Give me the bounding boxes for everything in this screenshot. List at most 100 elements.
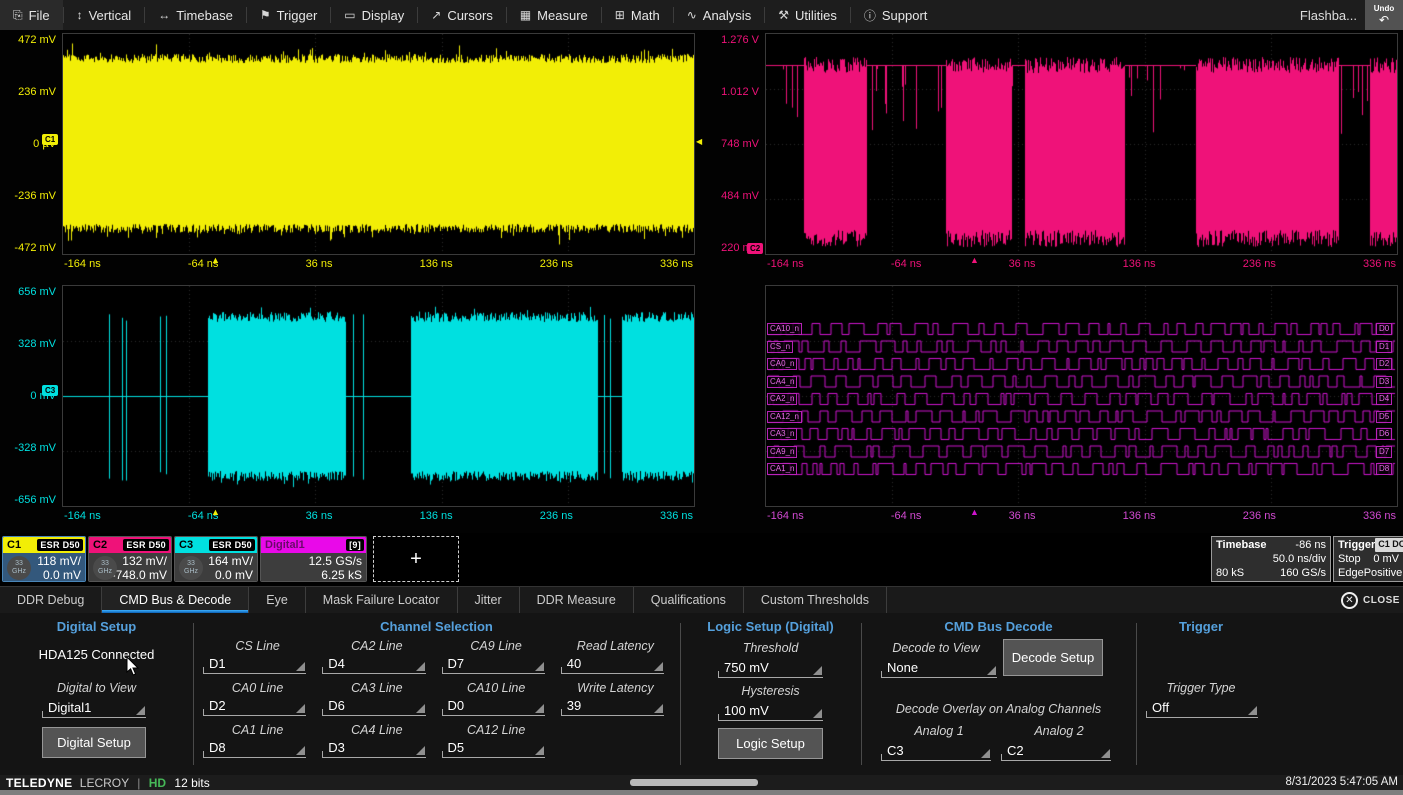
threshold-select[interactable]: 750 mV (718, 659, 823, 678)
logic-setup-button[interactable]: Logic Setup (718, 728, 823, 759)
field-ca4-line: CA4 LineD3 (322, 723, 431, 758)
select-write-latency[interactable]: 39 (561, 697, 664, 716)
channel-offset: 0.0 mV (37, 568, 81, 582)
c1-zero-marker[interactable]: C1 (42, 134, 58, 145)
dropdown-arrow-icon (813, 709, 822, 718)
field-cs-line: CS LineD1 (203, 639, 312, 674)
bus-label-ca2-n: CA2_n (767, 393, 797, 405)
descriptor-c1[interactable]: C1ESR D5033GHz118 mV/0.0 mV (2, 536, 86, 582)
bottom-edge-strip (0, 790, 1403, 795)
status-scrollbar[interactable] (630, 779, 758, 786)
menu-item-utilities[interactable]: ⚒Utilities (765, 0, 850, 30)
plot-c1[interactable] (62, 33, 695, 255)
field-label: CA12 Line (442, 723, 551, 739)
tab-mask-failure-locator[interactable]: Mask Failure Locator (306, 587, 458, 613)
trigger-position-marker-c1[interactable]: ▲ (211, 256, 220, 265)
timebase-box[interactable]: Timebase -86 ns 50.0 ns/div 80 kS 160 GS… (1211, 536, 1331, 582)
descriptor-c2[interactable]: C2ESR D5033GHz132 mV/-748.0 mV (88, 536, 172, 582)
select-ca1-line[interactable]: D8 (203, 739, 306, 758)
tab-ddr-debug[interactable]: DDR Debug (0, 587, 102, 613)
decode-to-view-select[interactable]: None (881, 659, 997, 678)
plot-c2[interactable] (765, 33, 1398, 255)
tab-jitter[interactable]: Jitter (458, 587, 520, 613)
c1-trigger-level-marker[interactable]: ◀ (696, 138, 702, 146)
descriptor-c3[interactable]: C3ESR D5033GHz164 mV/0.0 mV (174, 536, 258, 582)
field-value: D0 (448, 698, 465, 713)
flashback-label[interactable]: Flashba... (1300, 8, 1357, 23)
descriptor-body: 33GHz164 mV/0.0 mV (175, 553, 257, 582)
field-value: D4 (328, 656, 345, 671)
line-label-d0: D0 (1376, 323, 1392, 335)
menu-item-label: Cursors (447, 8, 493, 23)
menu-item-vertical[interactable]: ↕Vertical (64, 0, 145, 30)
x-tick: -64 ns (891, 510, 922, 522)
trigger-position-marker-digital[interactable]: ▲ (970, 508, 979, 517)
field-label: CA3 Line (322, 681, 431, 697)
descriptor-body: 33GHz118 mV/0.0 mV (3, 553, 85, 582)
field-label: CA0 Line (203, 681, 312, 697)
c2-zero-marker[interactable]: C2 (747, 243, 763, 254)
hysteresis-select[interactable]: 100 mV (718, 702, 823, 721)
plot-c3[interactable] (62, 285, 695, 507)
trigger-box[interactable]: Trigger C1 DC Stop 0 mV Edge Positive (1333, 536, 1403, 582)
field-value: 39 (567, 698, 581, 713)
field-value: D3 (328, 740, 345, 755)
select-cs-line[interactable]: D1 (203, 655, 306, 674)
decode-overlay-label: Decode Overlay on Analog Channels (861, 702, 1136, 716)
descriptor-body: 33GHz132 mV/-748.0 mV (89, 553, 171, 582)
select-ca10-line[interactable]: D0 (442, 697, 545, 716)
undo-button[interactable]: Undo ↶ (1365, 0, 1403, 30)
select-ca4-line[interactable]: D3 (322, 739, 425, 758)
select-ca0-line[interactable]: D2 (203, 697, 306, 716)
x-tick: -64 ns (891, 258, 922, 270)
logic-setup-section: Logic Setup (Digital) Threshold 750 mV H… (680, 613, 861, 775)
tab-eye[interactable]: Eye (249, 587, 306, 613)
menu-item-measure[interactable]: ▦Measure (507, 0, 601, 30)
dialog-close-button[interactable]: ✕ CLOSE (1341, 587, 1403, 614)
trigger-position-marker-c3[interactable]: ▲ (211, 508, 220, 517)
add-trace-button[interactable]: + (373, 536, 459, 582)
dropdown-arrow-icon (654, 662, 663, 671)
plot-digital[interactable] (765, 285, 1398, 507)
trigger-position-marker-c2[interactable]: ▲ (970, 256, 979, 265)
menu-item-trigger[interactable]: ⚑Trigger (247, 0, 330, 30)
digital-setup-button[interactable]: Digital Setup (42, 727, 146, 758)
x-axis-c1: -164 ns-64 ns36 ns136 ns236 ns336 ns (62, 258, 695, 270)
channel-id: C3 (179, 539, 193, 551)
select-ca9-line[interactable]: D7 (442, 655, 545, 674)
digital-to-view-value: Digital1 (48, 700, 91, 715)
dropdown-arrow-icon (987, 666, 996, 675)
select-read-latency[interactable]: 40 (561, 655, 664, 674)
field-label: Write Latency (561, 681, 670, 697)
x-tick: 236 ns (1243, 510, 1276, 522)
analog2-select[interactable]: C2 (1001, 742, 1111, 761)
tab-ddr-measure[interactable]: DDR Measure (520, 587, 634, 613)
y-tick-c1: -472 mV (0, 242, 56, 254)
c3-zero-marker[interactable]: C3 (42, 385, 58, 396)
analog1-select[interactable]: C3 (881, 742, 991, 761)
field-write-latency: Write Latency39 (561, 681, 670, 716)
menu-item-analysis[interactable]: ∿Analysis (674, 0, 764, 30)
menu-item-support[interactable]: ⓘSupport (851, 0, 941, 30)
trigger-type-select[interactable]: Off (1146, 699, 1258, 718)
descriptor-digital1[interactable]: Digital1[9]12.5 GS/s6.25 kS (260, 536, 367, 582)
timebase-title: Timebase (1216, 538, 1267, 552)
menu-item-display[interactable]: ▭Display (331, 0, 417, 30)
digital-to-view-select[interactable]: Digital1 (42, 699, 146, 718)
select-ca3-line[interactable]: D6 (322, 697, 425, 716)
menu-item-timebase[interactable]: ↔Timebase (145, 0, 246, 30)
x-tick: 136 ns (420, 510, 453, 522)
hd-badge: HD (149, 776, 166, 790)
undo-label: Undo (1374, 5, 1394, 13)
decode-setup-button[interactable]: Decode Setup (1003, 639, 1103, 676)
tab-qualifications[interactable]: Qualifications (634, 587, 744, 613)
select-ca2-line[interactable]: D4 (322, 655, 425, 674)
channel-values: 164 mV/0.0 mV (208, 554, 253, 582)
menu-item-cursors[interactable]: ↗Cursors (418, 0, 506, 30)
tab-cmd-bus-decode[interactable]: CMD Bus & Decode (102, 587, 249, 613)
menu-item-math[interactable]: ⊞Math (602, 0, 673, 30)
tab-custom-thresholds[interactable]: Custom Thresholds (744, 587, 887, 613)
select-ca12-line[interactable]: D5 (442, 739, 545, 758)
menu-item-label: Math (631, 8, 660, 23)
menu-item-file[interactable]: ⎘File (0, 0, 63, 30)
